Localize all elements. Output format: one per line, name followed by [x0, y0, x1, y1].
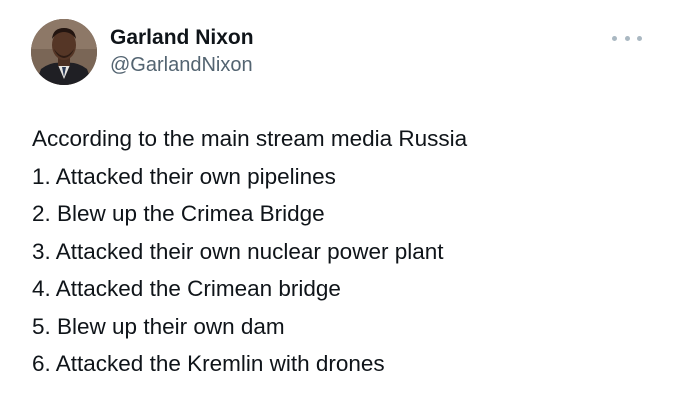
profile-avatar[interactable]: [31, 19, 97, 85]
tweet-line-intro: According to the main stream media Russi…: [32, 126, 468, 151]
more-options-button[interactable]: [612, 28, 642, 48]
tweet-line-item-1: 1. Attacked their own pipelines: [32, 163, 336, 189]
tweet-text: According to the main stream media Russi…: [32, 120, 652, 383]
author-display-name[interactable]: Garland Nixon: [110, 27, 254, 48]
avatar-image: [31, 19, 97, 85]
author-handle[interactable]: @GarlandNixon: [110, 55, 253, 75]
tweet-card: Garland Nixon @GarlandNixon According to…: [0, 0, 675, 400]
more-options-icon: [624, 35, 630, 41]
more-options-icon: [612, 35, 617, 41]
tweet-line-item-4: 4. Attacked the Crimean bridge: [32, 276, 341, 301]
tweet-line-item-5: 5. Blew up their own dam: [32, 313, 285, 339]
more-options-icon: [637, 35, 642, 41]
tweet-line-item-2: 2. Blew up the Crimea Bridge: [32, 201, 325, 226]
tweet-line-item-3: 3. Attacked their own nuclear power plan…: [32, 238, 444, 264]
tweet-line-item-6: 6. Attacked the Kremlin with drones: [32, 351, 385, 376]
